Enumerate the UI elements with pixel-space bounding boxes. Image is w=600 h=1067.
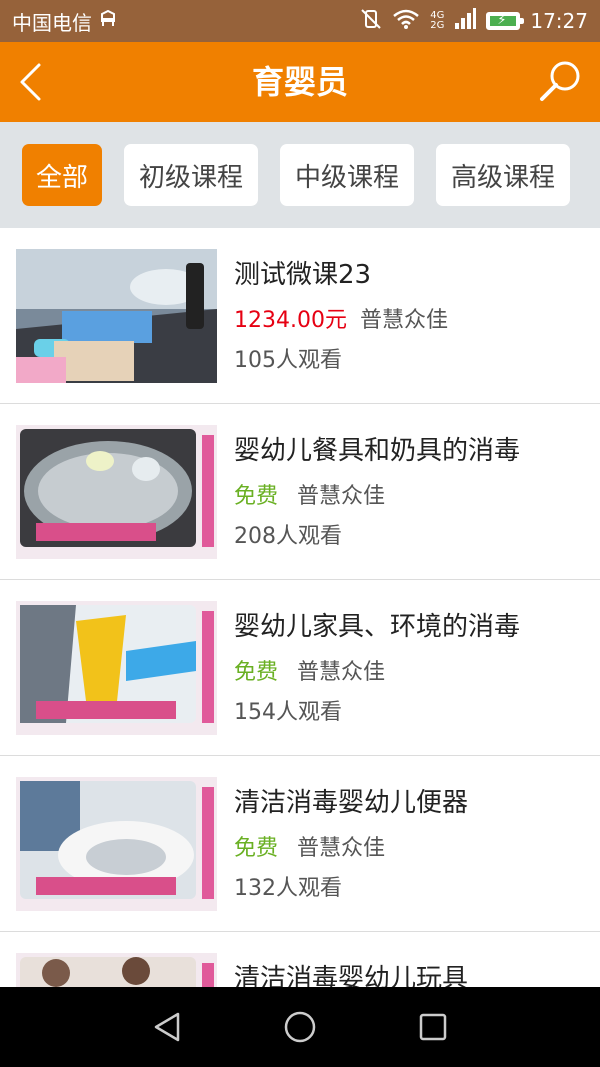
course-title: 测试微课23 bbox=[234, 260, 372, 290]
carrier-name: 中国电信 bbox=[12, 10, 92, 35]
app-header: 育婴员 bbox=[0, 42, 600, 122]
course-price: 免费 bbox=[234, 836, 279, 861]
course-organization: 普慧众佳 bbox=[297, 484, 386, 509]
course-organization: 普慧众佳 bbox=[297, 836, 386, 861]
search-button[interactable] bbox=[534, 56, 586, 108]
network-2g-label: 2G bbox=[430, 20, 445, 31]
clock: 17:27 bbox=[530, 9, 588, 33]
course-thumbnail bbox=[16, 425, 217, 559]
status-icons: 4G 2G ⚡ 17:27 bbox=[360, 7, 588, 35]
course-item[interactable]: 婴幼儿家具、环境的消毒 免费 普慧众佳 154人观看 bbox=[0, 580, 600, 756]
course-organization: 普慧众佳 bbox=[360, 308, 449, 333]
course-item[interactable]: 测试微课23 1234.00元 普慧众佳 105人观看 bbox=[0, 228, 600, 404]
course-price: 1234.00元 bbox=[234, 308, 347, 333]
filter-intermediate[interactable]: 中级课程 bbox=[280, 144, 414, 206]
signal-icon bbox=[454, 7, 477, 35]
circle-home-icon bbox=[284, 1011, 316, 1043]
wifi-icon bbox=[392, 8, 420, 35]
vibrate-icon bbox=[360, 8, 382, 35]
course-thumbnail bbox=[16, 249, 217, 383]
carrier-group: 中国电信 bbox=[12, 7, 118, 36]
course-view-count: 105人观看 bbox=[234, 348, 342, 373]
course-view-count: 154人观看 bbox=[234, 700, 342, 725]
course-price: 免费 bbox=[234, 484, 279, 509]
filter-beginner[interactable]: 初级课程 bbox=[124, 144, 258, 206]
course-thumbnail bbox=[16, 953, 217, 987]
course-item[interactable]: 清洁消毒婴幼儿便器 免费 普慧众佳 132人观看 bbox=[0, 756, 600, 932]
page-title: 育婴员 bbox=[251, 63, 348, 101]
course-list: 测试微课23 1234.00元 普慧众佳 105人观看 婴幼儿餐具和奶具的消毒 … bbox=[0, 228, 600, 987]
system-home-button[interactable] bbox=[280, 1007, 320, 1047]
course-view-count: 132人观看 bbox=[234, 876, 342, 901]
course-organization: 普慧众佳 bbox=[297, 660, 386, 685]
course-title: 婴幼儿餐具和奶具的消毒 bbox=[234, 436, 521, 466]
system-recents-button[interactable] bbox=[413, 1007, 453, 1047]
square-recents-icon bbox=[419, 1013, 447, 1041]
filter-all[interactable]: 全部 bbox=[22, 144, 102, 206]
course-item[interactable]: 婴幼儿餐具和奶具的消毒 免费 普慧众佳 208人观看 bbox=[0, 404, 600, 580]
course-title: 婴幼儿家具、环境的消毒 bbox=[234, 612, 521, 642]
search-icon bbox=[540, 61, 580, 101]
course-thumbnail bbox=[16, 777, 217, 911]
course-level-filter: 全部 初级课程 中级课程 高级课程 bbox=[0, 122, 600, 228]
system-back-button[interactable] bbox=[147, 1007, 187, 1047]
network-type: 4G 2G bbox=[430, 11, 444, 31]
course-price: 免费 bbox=[234, 660, 279, 685]
course-view-count: 208人观看 bbox=[234, 524, 342, 549]
triangle-back-icon bbox=[154, 1012, 180, 1042]
battery-icon: ⚡ bbox=[486, 12, 525, 30]
course-thumbnail bbox=[16, 601, 217, 735]
system-navigation-bar bbox=[0, 987, 600, 1067]
course-title: 清洁消毒婴幼儿便器 bbox=[234, 788, 469, 818]
course-item[interactable]: 清洁消毒婴幼儿玩具 bbox=[0, 932, 600, 987]
usb-icon bbox=[98, 9, 118, 33]
status-bar: 中国电信 4G 2G ⚡ 17:27 bbox=[0, 0, 600, 42]
filter-advanced[interactable]: 高级课程 bbox=[436, 144, 570, 206]
course-title: 清洁消毒婴幼儿玩具 bbox=[234, 964, 469, 987]
